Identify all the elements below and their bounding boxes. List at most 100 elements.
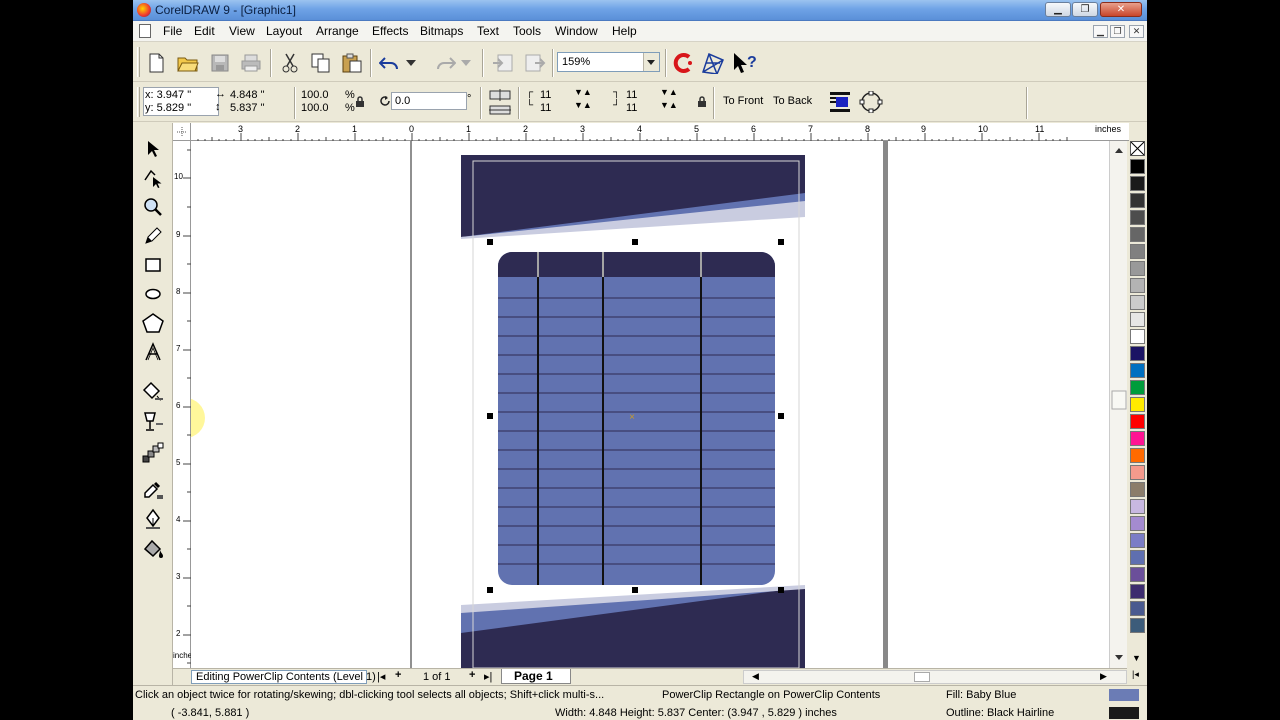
import-button[interactable] (491, 51, 515, 75)
drawing-svg[interactable]: × (191, 141, 1111, 668)
palette-swatch[interactable] (1130, 380, 1145, 395)
paste-button[interactable] (340, 51, 364, 75)
palette-swatch[interactable] (1130, 499, 1145, 514)
wrap-paragraph-text-icon[interactable] (829, 91, 851, 113)
page-tab[interactable]: Page 1 (501, 669, 571, 684)
no-fill-swatch[interactable] (1130, 141, 1145, 156)
palette-swatch[interactable] (1130, 431, 1145, 446)
scale-x[interactable]: 100.0 (301, 89, 329, 101)
palette-swatch[interactable] (1130, 465, 1145, 480)
corner-spinner[interactable]: ▼▲ (574, 100, 592, 110)
palette-scroll-down-icon[interactable]: ▼ (1132, 653, 1141, 663)
to-back-button[interactable]: To Back (773, 95, 812, 107)
palette-swatch[interactable] (1130, 278, 1145, 293)
palette-expand-icon[interactable]: |◂ (1132, 669, 1139, 680)
menu-edit[interactable]: Edit (194, 24, 215, 38)
palette-swatch[interactable] (1130, 448, 1145, 463)
last-page-button[interactable]: ▸| (484, 670, 492, 683)
fill-tool[interactable] (141, 537, 165, 561)
coreldraw-app-icon[interactable] (137, 3, 151, 17)
menu-effects[interactable]: Effects (372, 24, 408, 38)
perfect-shapes-button[interactable] (701, 51, 725, 75)
minimize-button[interactable]: ▁ (1045, 2, 1071, 17)
new-document-button[interactable] (144, 51, 168, 75)
horizontal-ruler[interactable]: 3 2 1 0 1 2 3 4 5 6 7 8 9 10 11 inches (191, 123, 1129, 141)
palette-swatch[interactable] (1130, 482, 1145, 497)
polygon-tool[interactable] (141, 311, 165, 335)
corner-top-left[interactable]: 11 (540, 89, 551, 101)
palette-swatch[interactable] (1130, 618, 1145, 633)
lock-ratio-icon[interactable] (355, 96, 365, 108)
palette-swatch[interactable] (1130, 601, 1145, 616)
add-page-after-button[interactable]: + (469, 669, 475, 681)
rectangle-tool[interactable] (141, 253, 165, 277)
fill-color-swatch[interactable] (1109, 689, 1139, 701)
palette-swatch[interactable] (1130, 550, 1145, 565)
corner-spinner[interactable]: ▼▲ (574, 87, 592, 97)
palette-swatch[interactable] (1130, 159, 1145, 174)
vertical-scrollbar[interactable] (1109, 141, 1127, 668)
undo-dropdown[interactable] (405, 51, 417, 75)
save-button[interactable] (208, 51, 232, 75)
corner-spinner[interactable]: ▼▲ (660, 87, 678, 97)
palette-swatch[interactable] (1130, 295, 1145, 310)
shape-tool[interactable] (141, 166, 165, 190)
whats-this-button[interactable]: ? (732, 51, 756, 75)
corner-spinner[interactable]: ▼▲ (660, 100, 678, 110)
convert-to-curves-icon[interactable] (859, 91, 883, 113)
palette-swatch[interactable] (1130, 414, 1145, 429)
menu-file[interactable]: File (163, 24, 182, 38)
outline-tool[interactable] (141, 507, 165, 531)
zoom-dropdown-button[interactable] (643, 53, 659, 71)
palette-swatch[interactable] (1130, 567, 1145, 582)
palette-swatch[interactable] (1130, 210, 1145, 225)
document-icon[interactable] (139, 24, 151, 38)
palette-swatch[interactable] (1130, 227, 1145, 242)
interactive-fill-tool[interactable] (141, 379, 165, 403)
x-position[interactable]: x: 3.947 " (145, 89, 191, 101)
blend-tool[interactable] (141, 441, 165, 465)
first-page-button[interactable]: |◂ (377, 670, 385, 683)
palette-swatch[interactable] (1130, 312, 1145, 327)
close-button[interactable]: ✕ (1100, 2, 1142, 17)
table-body[interactable] (498, 252, 775, 585)
menu-bitmaps[interactable]: Bitmaps (420, 24, 463, 38)
text-tool[interactable] (141, 340, 165, 364)
palette-swatch[interactable] (1130, 584, 1145, 599)
scroll-left-icon[interactable]: ◀ (752, 671, 759, 682)
menu-arrange[interactable]: Arrange (316, 24, 359, 38)
add-page-before-button[interactable]: + (395, 669, 401, 681)
doc-close-button[interactable]: ✕ (1129, 25, 1144, 38)
zoom-tool[interactable] (141, 195, 165, 219)
transparency-tool[interactable] (141, 410, 165, 434)
menu-window[interactable]: Window (555, 24, 598, 38)
palette-swatch[interactable] (1130, 533, 1145, 548)
menu-tools[interactable]: Tools (513, 24, 541, 38)
palette-swatch[interactable] (1130, 261, 1145, 276)
corner-bottom-left[interactable]: 11 (540, 102, 551, 114)
palette-swatch[interactable] (1130, 346, 1145, 361)
palette-swatch[interactable] (1130, 193, 1145, 208)
corner-top-right[interactable]: 11 (626, 89, 637, 101)
export-button[interactable] (523, 51, 547, 75)
mirror-horizontal-icon[interactable] (489, 89, 511, 101)
freehand-tool[interactable] (141, 224, 165, 248)
ruler-origin[interactable] (173, 123, 191, 141)
pick-tool[interactable] (141, 137, 165, 161)
menu-layout[interactable]: Layout (266, 24, 302, 38)
horizontal-scrollbar[interactable]: ◀ ▶ (743, 670, 1127, 684)
scroll-right-icon[interactable]: ▶ (1100, 671, 1107, 682)
horizontal-scroll-thumb[interactable] (914, 672, 930, 682)
print-button[interactable] (239, 51, 263, 75)
menu-text[interactable]: Text (477, 24, 499, 38)
toolbar-grip[interactable] (137, 47, 140, 77)
palette-swatch[interactable] (1130, 329, 1145, 344)
corner-bottom-right[interactable]: 11 (626, 102, 637, 114)
mirror-vertical-icon[interactable] (489, 104, 511, 116)
eyedropper-tool[interactable] (141, 478, 165, 502)
palette-swatch[interactable] (1130, 516, 1145, 531)
drawing-canvas[interactable]: × (191, 141, 1111, 668)
scale-y[interactable]: 100.0 (301, 102, 329, 114)
undo-button[interactable] (378, 51, 402, 75)
vertical-ruler[interactable]: 10 9 8 7 6 5 4 3 2 inches (173, 141, 196, 668)
